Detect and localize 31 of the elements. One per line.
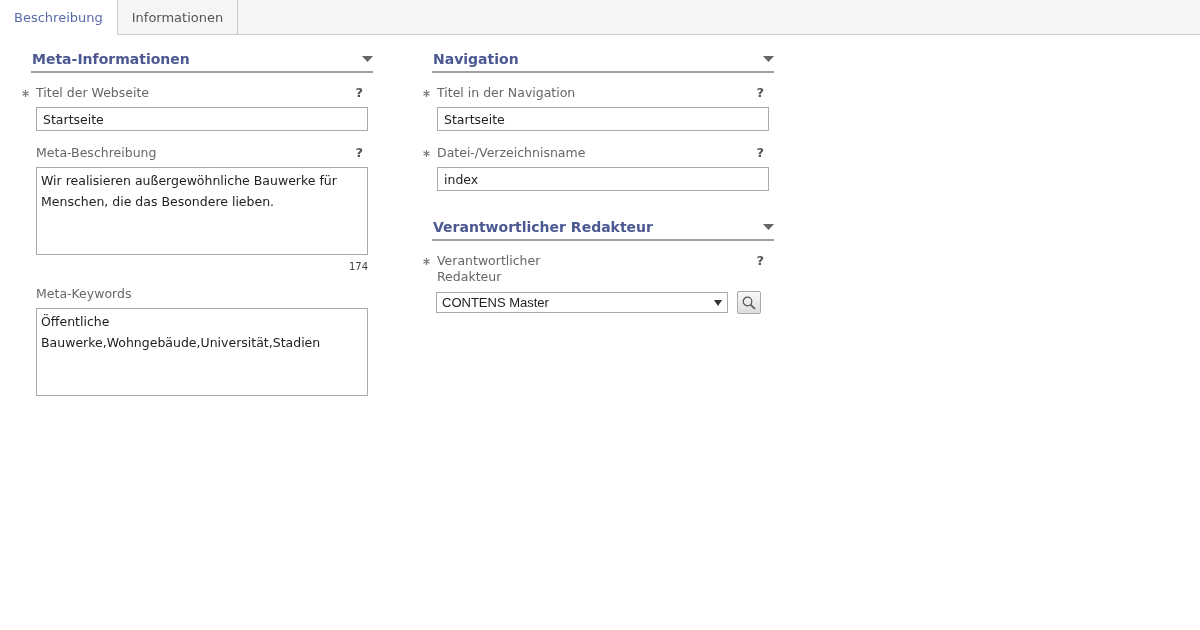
help-mark[interactable]: ? xyxy=(355,145,368,160)
caret-icon[interactable] xyxy=(362,56,373,62)
field-label: Titel der Webseite xyxy=(36,85,150,101)
text-field[interactable]: Startseite xyxy=(437,107,769,131)
section-header[interactable]: Navigation xyxy=(432,47,774,73)
section-title: Navigation xyxy=(433,51,519,67)
caret-icon xyxy=(714,299,722,306)
section-header[interactable]: Verantwortlicher Redakteur xyxy=(432,215,774,241)
caret-icon[interactable] xyxy=(763,224,774,230)
help-mark[interactable]: ? xyxy=(756,253,769,268)
help-mark[interactable]: ? xyxy=(756,145,769,160)
field-label: Meta-Beschreibung xyxy=(36,145,157,161)
field-label: Meta-Keywords xyxy=(36,286,132,302)
section-title: Meta-Informationen xyxy=(32,51,190,67)
help-mark[interactable]: ? xyxy=(756,85,769,100)
field-label: Titel in der Navigation xyxy=(437,85,576,101)
text-field[interactable]: index xyxy=(437,167,769,191)
search-button[interactable] xyxy=(737,291,761,314)
character-counter: 174 xyxy=(348,261,368,272)
text-area[interactable]: Wir realisieren außergewöhnliche Bauwerke für Menschen, die das Besondere lieben. xyxy=(36,167,368,255)
caret-icon[interactable] xyxy=(763,56,774,62)
tab[interactable]: Beschreibung xyxy=(0,0,118,35)
text-field[interactable]: Startseite xyxy=(36,107,368,131)
field-label: Verantwortlicher Redakteur xyxy=(437,253,542,285)
dropdown[interactable]: CONTENS Master xyxy=(436,292,728,313)
section-header[interactable]: Meta-Informationen xyxy=(31,47,373,73)
field-label: Datei-/Verzeichnisname xyxy=(437,145,586,161)
section-title: Verantwortlicher Redakteur xyxy=(433,219,653,235)
search-icon xyxy=(742,295,756,310)
help-mark[interactable]: ? xyxy=(355,85,368,100)
text-area[interactable]: Öffentliche Bauwerke,Wohngebäude,Universität,Stadien xyxy=(36,308,368,396)
